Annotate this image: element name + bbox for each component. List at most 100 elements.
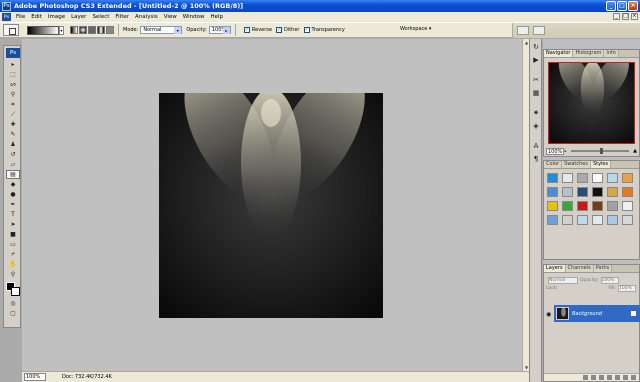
style-swatch[interactable]	[607, 187, 618, 197]
menu-file[interactable]: File	[13, 14, 28, 20]
style-swatch[interactable]	[577, 201, 588, 211]
radial-gradient-icon[interactable]	[79, 26, 87, 34]
navigator-zoom-field[interactable]: 100%	[546, 147, 564, 155]
menu-layer[interactable]: Layer	[68, 14, 89, 20]
magic-wand-tool-icon[interactable]: ⚲	[6, 90, 20, 99]
crop-tool-icon[interactable]: ⌗	[6, 100, 20, 109]
lasso-tool-icon[interactable]: ᔕ	[6, 80, 20, 89]
menu-select[interactable]: Select	[89, 14, 112, 20]
blur-tool-icon[interactable]: ◆	[6, 180, 20, 189]
zoom-field[interactable]: 100%	[24, 373, 46, 381]
vertical-scrollbar[interactable]: ▲ ▼	[522, 39, 529, 371]
clone-source-icon[interactable]: ◈	[531, 121, 541, 131]
doc-size-info[interactable]: Doc: 732.4K/732.4K	[62, 374, 112, 380]
menu-window[interactable]: Window	[180, 14, 208, 20]
document-workspace[interactable]	[22, 39, 522, 371]
style-swatch[interactable]	[577, 187, 588, 197]
linear-gradient-icon[interactable]	[70, 26, 78, 34]
layer-opacity-field[interactable]: 100%	[600, 276, 619, 284]
navigator-preview[interactable]	[548, 62, 635, 144]
layer-mask-icon[interactable]	[599, 375, 604, 380]
mode-select[interactable]: Normal ▾	[140, 26, 183, 34]
zoom-in-icon[interactable]: ▲	[633, 148, 637, 154]
background-color[interactable]	[11, 287, 20, 296]
hand-tool-icon[interactable]: ✋	[6, 260, 20, 269]
zoom-tool-icon[interactable]: ⚲	[6, 270, 20, 279]
new-group-icon[interactable]	[615, 375, 620, 380]
style-swatch[interactable]	[547, 201, 558, 211]
menu-analysis[interactable]: Analysis	[132, 14, 161, 20]
tool-presets-icon[interactable]: ✂	[531, 75, 541, 85]
transparency-checkbox[interactable]: ✓	[303, 27, 310, 33]
doc-maximize-button[interactable]: □	[622, 13, 629, 20]
layer-name[interactable]: Background	[572, 311, 602, 317]
tab-histogram[interactable]: Histogram	[573, 50, 605, 57]
menu-view[interactable]: View	[161, 14, 180, 20]
eraser-tool-icon[interactable]: ▱	[6, 160, 20, 169]
doc-close-button[interactable]: ×	[631, 13, 638, 20]
fill-field[interactable]: 100%	[618, 284, 636, 292]
tab-paths[interactable]: Paths	[593, 265, 613, 272]
style-swatch[interactable]	[592, 187, 603, 197]
slice-tool-icon[interactable]: ⟋	[6, 110, 20, 119]
reflected-gradient-icon[interactable]	[97, 26, 105, 34]
style-swatch[interactable]	[562, 201, 573, 211]
minimize-button[interactable]: _	[606, 1, 616, 11]
diamond-gradient-icon[interactable]	[106, 26, 114, 34]
shape-tool-icon[interactable]: ■	[6, 230, 20, 239]
style-swatch[interactable]	[622, 215, 633, 225]
paragraph-icon[interactable]: ¶	[531, 154, 541, 164]
clone-stamp-tool-icon[interactable]: ♟	[6, 140, 20, 149]
style-swatch[interactable]	[622, 201, 633, 211]
angle-gradient-icon[interactable]	[88, 26, 96, 34]
style-swatch[interactable]	[592, 173, 603, 183]
style-swatch[interactable]	[577, 173, 588, 183]
gradient-picker-arrow[interactable]: ▾	[59, 25, 64, 35]
style-swatch[interactable]	[592, 201, 603, 211]
style-swatch[interactable]	[562, 215, 573, 225]
layer-style-icon[interactable]	[591, 375, 596, 380]
healing-brush-tool-icon[interactable]: ✚	[6, 120, 20, 129]
menu-edit[interactable]: Edit	[28, 14, 45, 20]
adjustment-layer-icon[interactable]	[607, 375, 612, 380]
style-swatch[interactable]	[622, 173, 633, 183]
tool-preset-picker[interactable]	[3, 24, 19, 36]
link-layers-icon[interactable]	[583, 375, 588, 380]
brushes-icon[interactable]: ✷	[531, 108, 541, 118]
new-layer-icon[interactable]	[623, 375, 628, 380]
tab-layers[interactable]: Layers	[544, 265, 566, 272]
eye-icon[interactable]: ◉	[546, 311, 551, 318]
style-swatch[interactable]	[577, 215, 588, 225]
dodge-tool-icon[interactable]: ●	[6, 190, 20, 199]
tab-swatches[interactable]: Swatches	[562, 161, 591, 168]
screen-mode-icon[interactable]: ▢	[6, 309, 20, 318]
reverse-checkbox[interactable]: ✓	[243, 27, 250, 33]
dither-checkbox[interactable]: ✓	[275, 27, 282, 33]
brush-tool-icon[interactable]: ✎	[6, 130, 20, 139]
tab-info[interactable]: Info	[604, 50, 619, 57]
layer-row[interactable]: Background	[554, 305, 640, 322]
notes-tool-icon[interactable]: ▭	[6, 240, 20, 249]
docked-palette-icon[interactable]	[517, 26, 529, 35]
zoom-out-icon[interactable]: ▵	[564, 148, 567, 154]
style-swatch[interactable]	[547, 173, 558, 183]
tab-color[interactable]: Color	[544, 161, 563, 168]
style-swatch[interactable]	[547, 215, 558, 225]
history-brush-tool-icon[interactable]: ↺	[6, 150, 20, 159]
photoshop-menu-icon[interactable]: Ps	[2, 13, 11, 21]
type-tool-icon[interactable]: T	[6, 210, 20, 219]
style-swatch[interactable]	[562, 173, 573, 183]
style-swatch[interactable]	[592, 215, 603, 225]
menu-filter[interactable]: Filter	[112, 14, 132, 20]
move-tool-icon[interactable]: ▸	[6, 60, 20, 69]
style-swatch[interactable]	[622, 187, 633, 197]
menu-image[interactable]: Image	[45, 14, 68, 20]
eyedropper-tool-icon[interactable]: ⌿	[6, 250, 20, 259]
doc-minimize-button[interactable]: _	[613, 13, 620, 20]
photoshop-logo[interactable]: Ps	[6, 48, 20, 58]
character-icon[interactable]: A	[531, 141, 541, 151]
quick-mask-icon[interactable]: ◎	[6, 299, 20, 308]
style-swatch[interactable]	[562, 187, 573, 197]
blend-mode-select[interactable]: Normal	[548, 276, 578, 284]
menu-help[interactable]: Help	[207, 14, 226, 20]
